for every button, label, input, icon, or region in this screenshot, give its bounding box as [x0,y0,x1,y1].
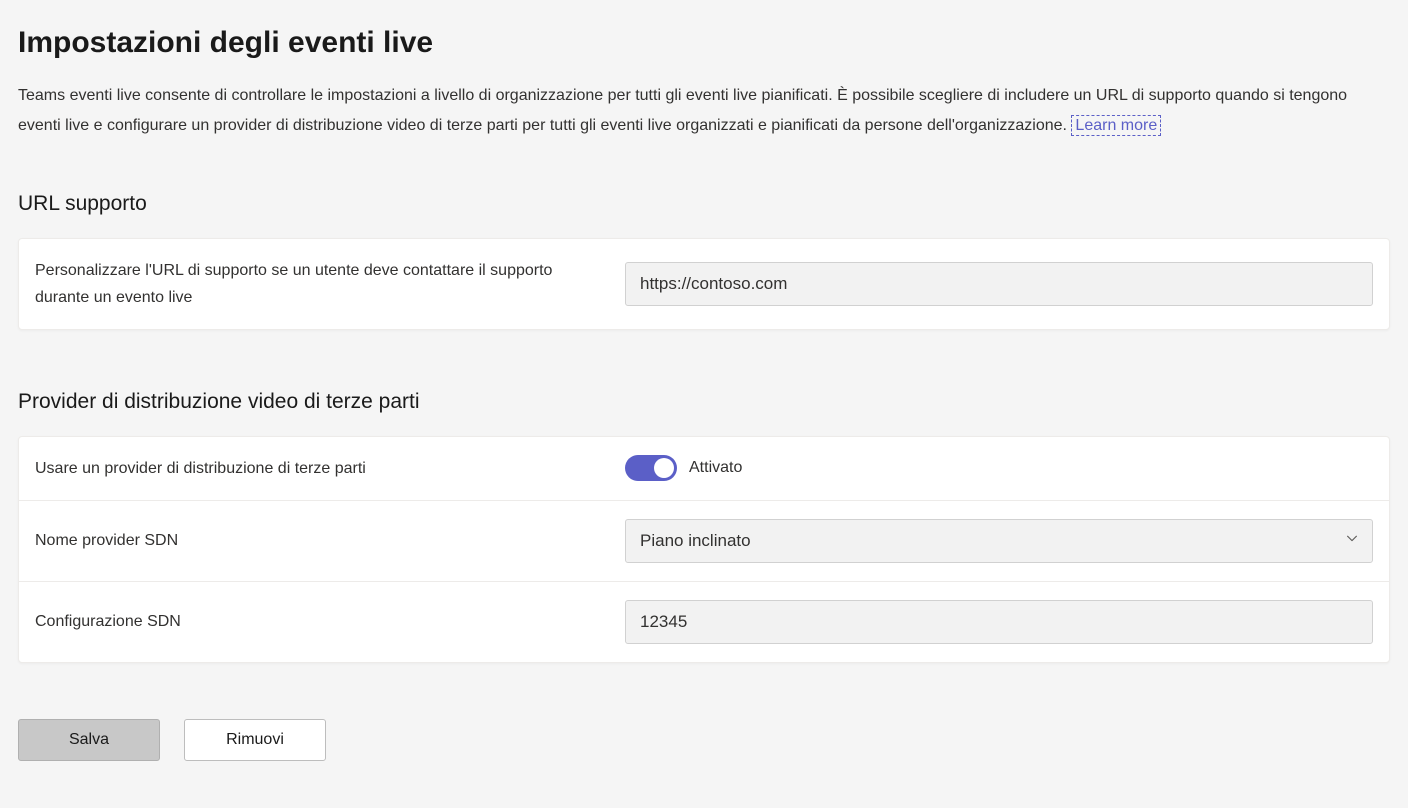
sdn-name-row: Nome provider SDN Piano inclinato [19,501,1389,582]
sdn-config-label: Configurazione SDN [35,608,625,635]
support-url-heading: URL supporto [18,188,1390,220]
sdn-config-row: Configurazione SDN [19,582,1389,662]
discard-button[interactable]: Rimuovi [184,719,326,761]
sdn-name-label: Nome provider SDN [35,527,625,554]
sdn-config-input[interactable] [625,600,1373,644]
support-url-card: Personalizzare l'URL di supporto se un u… [18,238,1390,330]
support-url-label: Personalizzare l'URL di supporto se un u… [35,257,625,311]
save-button[interactable]: Salva [18,719,160,761]
use-provider-row: Usare un provider di distribuzione di te… [19,437,1389,501]
third-party-heading: Provider di distribuzione video di terze… [18,386,1390,418]
third-party-card: Usare un provider di distribuzione di te… [18,436,1390,663]
use-provider-toggle[interactable] [625,455,677,481]
page-title: Impostazioni degli eventi live [18,20,1390,65]
use-provider-label: Usare un provider di distribuzione di te… [35,455,625,482]
page-intro: Teams eventi live consente di controllar… [18,81,1390,140]
action-buttons: Salva Rimuovi [18,719,1390,761]
sdn-name-select[interactable]: Piano inclinato [625,519,1373,563]
learn-more-link[interactable]: Learn more [1071,115,1161,136]
use-provider-toggle-state: Attivato [689,456,742,480]
support-url-input[interactable] [625,262,1373,306]
support-url-row: Personalizzare l'URL di supporto se un u… [19,239,1389,329]
